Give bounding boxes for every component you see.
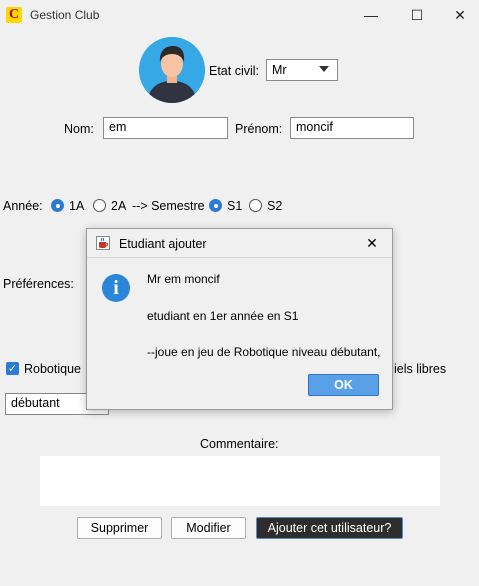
title-bar[interactable]: C Gestion Club — ☐ ✕ <box>0 0 479 30</box>
annee-label: Année: <box>3 199 43 213</box>
radio-s2[interactable] <box>249 199 262 212</box>
nom-input[interactable]: em <box>103 117 228 139</box>
dialog-line-3: --joue en jeu de Robotique niveau débuta… <box>147 345 381 359</box>
app-icon: C <box>6 7 22 23</box>
avatar-icon <box>139 37 205 103</box>
maximize-button[interactable]: ☐ <box>394 0 440 30</box>
logiciels-libres-label: iels libres <box>394 362 447 376</box>
dialog-divider <box>87 257 392 258</box>
commentaire-label: Commentaire: <box>200 437 279 451</box>
dialog-close-button[interactable]: ✕ <box>357 231 387 255</box>
robotique-checkbox[interactable]: ✓ <box>6 362 19 375</box>
check-icon: ✓ <box>7 363 18 375</box>
nom-label: Nom: <box>64 122 94 136</box>
close-button[interactable]: ✕ <box>437 0 479 30</box>
radio-s2-label: S2 <box>267 199 283 213</box>
radio-1a[interactable] <box>51 199 64 212</box>
robotique-label: Robotique <box>24 362 81 376</box>
modifier-button[interactable]: Modifier <box>171 517 246 539</box>
etat-civil-value: Mr <box>272 63 287 77</box>
dialog-line-2: etudiant en 1er année en S1 <box>147 309 299 323</box>
radio-s1-label: S1 <box>227 199 243 213</box>
radio-2a[interactable] <box>93 199 106 212</box>
semestre-label: --> Semestre <box>132 199 205 213</box>
window-title: Gestion Club <box>30 8 100 22</box>
message-dialog[interactable]: Etudiant ajouter ✕ i Mr em moncif etudia… <box>86 228 393 410</box>
dialog-line-1: Mr em moncif <box>147 272 220 286</box>
supprimer-button[interactable]: Supprimer <box>77 517 162 539</box>
java-cup-icon <box>96 236 110 250</box>
radio-s1[interactable] <box>209 199 222 212</box>
commentaire-textarea[interactable] <box>40 456 440 506</box>
prenom-input[interactable]: moncif <box>290 117 414 139</box>
etat-civil-label: Etat civil: <box>209 64 260 78</box>
dialog-title: Etudiant ajouter <box>119 237 207 251</box>
info-icon: i <box>102 274 130 302</box>
preferences-label: Préférences: <box>3 277 74 291</box>
dropdown-arrow-icon <box>319 66 329 72</box>
ok-button[interactable]: OK <box>308 374 379 396</box>
ajouter-button[interactable]: Ajouter cet utilisateur? <box>256 517 403 539</box>
minimize-button[interactable]: — <box>348 0 394 30</box>
radio-1a-label: 1A <box>69 199 85 213</box>
radio-2a-label: 2A <box>111 199 127 213</box>
prenom-label: Prénom: <box>235 122 283 136</box>
etat-civil-select[interactable]: Mr <box>266 59 338 81</box>
